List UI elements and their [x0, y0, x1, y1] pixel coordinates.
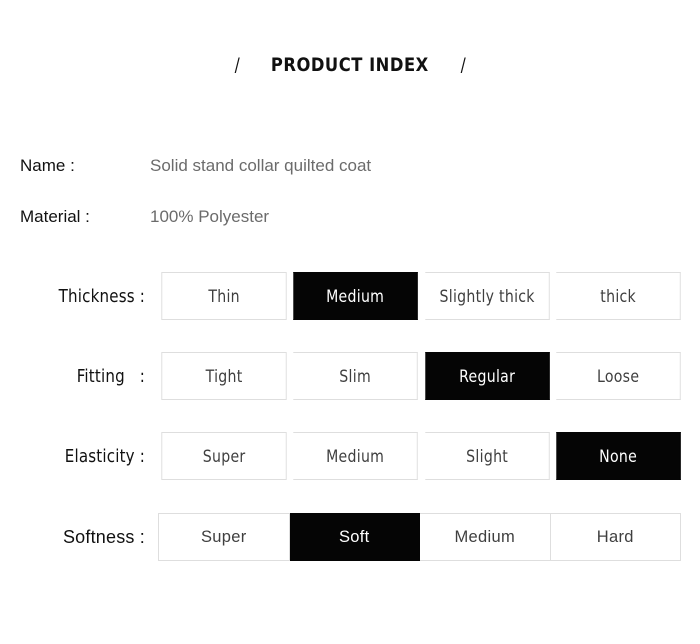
fitting-option-regular[interactable]: Regular — [424, 352, 550, 400]
elasticity-option-slight[interactable]: Slight — [424, 432, 550, 480]
info-row-name: Name : Solid stand collar quilted coat — [20, 153, 680, 179]
name-label: Name : — [20, 156, 75, 175]
softness-option-super[interactable]: Super — [158, 513, 290, 561]
info-row-material: Material : 100% Polyester — [20, 204, 680, 230]
fitting-option-tight[interactable]: Tight — [161, 352, 287, 400]
title-slash-left: / — [234, 54, 240, 76]
thickness-option-thick[interactable]: thick — [556, 272, 681, 320]
thickness-options: Thin Medium Slightly thick thick — [158, 272, 684, 320]
option-row-thickness: Thickness : Thin Medium Slightly thick t… — [0, 272, 700, 320]
softness-option-soft[interactable]: Soft — [289, 513, 420, 561]
name-value: Solid stand collar quilted coat — [150, 156, 372, 175]
softness-options: Super Soft Medium Hard — [158, 513, 681, 561]
option-row-softness: Softness : Super Soft Medium Hard — [0, 513, 700, 561]
elasticity-label: Elasticity : — [64, 445, 145, 467]
softness-option-medium[interactable]: Medium — [420, 513, 551, 561]
thickness-option-medium[interactable]: Medium — [293, 272, 419, 320]
page-title-text: PRODUCT INDEX — [271, 54, 429, 76]
material-label: Material : — [20, 207, 90, 226]
title-slash-right: / — [460, 54, 466, 76]
thickness-option-thin[interactable]: Thin — [161, 272, 287, 320]
fitting-label: Fitting : — [76, 365, 145, 387]
softness-option-hard[interactable]: Hard — [550, 513, 681, 561]
page-title: / PRODUCT INDEX / — [0, 54, 700, 76]
elasticity-option-super[interactable]: Super — [161, 432, 287, 480]
thickness-option-slightly-thick[interactable]: Slightly thick — [424, 272, 550, 320]
fitting-option-slim[interactable]: Slim — [293, 352, 419, 400]
fitting-option-loose[interactable]: Loose — [556, 352, 681, 400]
elasticity-option-none[interactable]: None — [556, 432, 681, 480]
thickness-label: Thickness : — [58, 285, 146, 307]
elasticity-options: Super Medium Slight None — [158, 432, 684, 480]
fitting-options: Tight Slim Regular Loose — [158, 352, 684, 400]
softness-label: Softness : — [62, 526, 145, 547]
elasticity-option-medium[interactable]: Medium — [293, 432, 419, 480]
option-row-fitting: Fitting : Tight Slim Regular Loose — [0, 352, 700, 400]
option-row-elasticity: Elasticity : Super Medium Slight None — [0, 432, 700, 480]
material-value: 100% Polyester — [150, 207, 270, 226]
